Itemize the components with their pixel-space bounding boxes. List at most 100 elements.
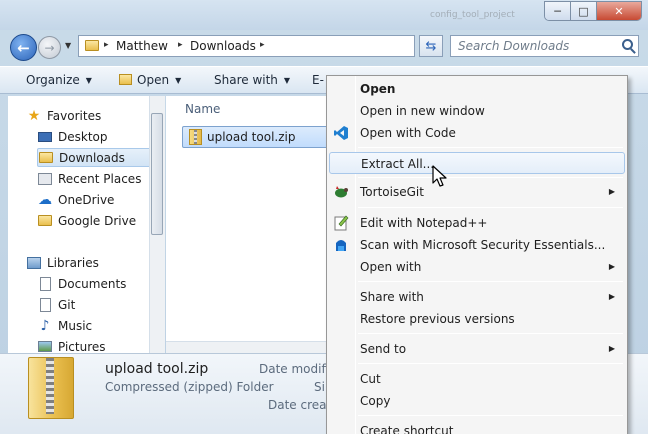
open-button[interactable]: Open ▼ xyxy=(119,73,181,87)
nav-item-onedrive[interactable]: ☁ OneDrive xyxy=(37,190,164,209)
menu-item-open-with-code[interactable]: Open with Code xyxy=(329,122,625,144)
breadcrumb-downloads[interactable]: Downloads xyxy=(190,39,256,53)
organize-button[interactable]: Organize ▼ xyxy=(26,73,92,87)
nav-item-documents[interactable]: Documents xyxy=(37,274,164,293)
context-menu: Open Open in new window Open with Code E… xyxy=(326,75,628,434)
mouse-cursor-icon xyxy=(432,165,447,187)
refresh-button[interactable]: ⇆ xyxy=(419,35,443,57)
nav-item-pictures[interactable]: Pictures xyxy=(37,337,164,354)
nav-item-label: Pictures xyxy=(58,339,106,354)
menu-item-label: Edit with Notepad++ xyxy=(360,216,488,230)
menu-item-send-to[interactable]: Send to ▶ xyxy=(329,338,625,360)
nav-item-label: Music xyxy=(58,318,93,333)
email-button[interactable]: E- xyxy=(312,73,324,87)
security-essentials-icon xyxy=(336,240,346,251)
share-with-label: Share with xyxy=(214,73,278,87)
nav-scrollbar-thumb[interactable] xyxy=(151,113,163,235)
menu-item-create-shortcut[interactable]: Create shortcut xyxy=(329,420,625,434)
breadcrumb-matthew[interactable]: Matthew xyxy=(116,39,168,53)
background-window-ghost: config_tool_project xyxy=(350,2,560,28)
menu-item-open[interactable]: Open xyxy=(329,78,625,100)
history-dropdown-icon[interactable]: ▼ xyxy=(65,41,71,50)
submenu-arrow-icon: ▶ xyxy=(608,187,615,196)
back-arrow-icon: ← xyxy=(17,38,30,57)
nav-item-recent-places[interactable]: Recent Places xyxy=(37,169,164,188)
nav-item-label: Google Drive xyxy=(58,213,137,228)
menu-item-label: Open xyxy=(360,82,396,96)
menu-item-tortoisegit[interactable]: TortoiseGit ▶ xyxy=(329,181,625,203)
vscode-icon xyxy=(334,126,348,140)
menu-item-scan-security-essentials[interactable]: Scan with Microsoft Security Essentials.… xyxy=(329,234,625,256)
breadcrumb-separator[interactable]: ▸ xyxy=(260,40,265,50)
onedrive-icon: ☁ xyxy=(38,191,52,208)
submenu-arrow-icon: ▶ xyxy=(608,292,615,301)
nav-item-label: Recent Places xyxy=(58,171,142,186)
column-header-name[interactable]: Name xyxy=(185,102,220,116)
nav-item-label: Downloads xyxy=(59,150,125,165)
nav-item-label: Documents xyxy=(58,276,127,291)
file-row-upload-tool[interactable]: upload tool.zip xyxy=(182,126,328,148)
dropdown-arrow-icon: ▼ xyxy=(85,76,92,85)
menu-item-copy[interactable]: Copy xyxy=(329,390,625,412)
email-label: E- xyxy=(312,73,324,87)
forward-button[interactable]: → xyxy=(38,36,61,59)
breadcrumb-separator[interactable]: ▸ xyxy=(178,40,183,50)
git-library-icon xyxy=(37,297,53,312)
nav-item-music[interactable]: ♪ Music xyxy=(37,316,164,335)
menu-item-cut[interactable]: Cut xyxy=(329,368,625,390)
menu-item-share-with[interactable]: Share with ▶ xyxy=(329,286,625,308)
search-input[interactable]: Search Downloads xyxy=(450,35,639,57)
menu-separator xyxy=(358,207,623,208)
maximize-button[interactable]: □ xyxy=(571,2,597,20)
menu-item-label: Extract All... xyxy=(361,157,435,171)
menu-item-label: Create shortcut xyxy=(360,424,454,434)
dropdown-arrow-icon: ▼ xyxy=(283,76,291,85)
nav-item-desktop[interactable]: Desktop xyxy=(37,127,164,146)
downloads-folder-icon xyxy=(38,151,54,165)
libraries-header[interactable]: Libraries xyxy=(26,253,164,272)
menu-separator xyxy=(358,333,623,334)
horizontal-scrollbar[interactable] xyxy=(166,341,326,353)
details-file-type: Compressed (zipped) Folder xyxy=(105,380,274,394)
organize-label: Organize xyxy=(26,73,80,87)
address-bar[interactable]: ▸ Matthew ▸ Downloads ▸ ▼ xyxy=(78,35,483,57)
forward-arrow-icon: → xyxy=(44,40,55,55)
menu-item-label: Share with xyxy=(360,290,424,304)
menu-item-label: TortoiseGit xyxy=(360,185,424,199)
dropdown-arrow-icon: ▼ xyxy=(175,76,182,85)
desktop-icon xyxy=(37,130,53,144)
favorites-header[interactable]: ★ Favorites xyxy=(26,106,164,125)
documents-icon xyxy=(37,276,53,291)
nav-item-label: Desktop xyxy=(58,129,108,144)
google-drive-icon xyxy=(37,214,53,228)
breadcrumb-separator[interactable]: ▸ xyxy=(104,40,109,50)
navigation-pane: ★ Favorites Desktop Downloads Recent Pla… xyxy=(8,96,165,353)
nav-item-google-drive[interactable]: Google Drive xyxy=(37,211,164,230)
nav-item-downloads[interactable]: Downloads xyxy=(37,148,164,167)
details-date-modified-label: Date modifie xyxy=(259,362,337,376)
libraries-label: Libraries xyxy=(47,255,99,270)
menu-item-extract-all[interactable]: Extract All... xyxy=(329,152,625,174)
search-icon[interactable] xyxy=(622,39,633,50)
libraries-icon xyxy=(26,256,42,270)
submenu-arrow-icon: ▶ xyxy=(608,344,615,353)
menu-item-edit-notepadpp[interactable]: Edit with Notepad++ xyxy=(329,212,625,234)
share-with-button[interactable]: Share with ▼ xyxy=(214,73,290,87)
menu-item-restore-previous-versions[interactable]: Restore previous versions xyxy=(329,308,625,330)
back-button[interactable]: ← xyxy=(10,34,37,61)
nav-item-label: OneDrive xyxy=(58,192,115,207)
open-label: Open xyxy=(137,73,170,87)
zip-folder-large-icon xyxy=(28,357,74,419)
details-file-name: upload tool.zip xyxy=(105,361,209,377)
menu-separator xyxy=(358,177,623,178)
minimize-button[interactable]: ─ xyxy=(545,2,571,20)
menu-separator xyxy=(358,415,623,416)
window-buttons: ─ □ ✕ xyxy=(544,1,642,21)
menu-item-open-new-window[interactable]: Open in new window xyxy=(329,100,625,122)
menu-item-label: Cut xyxy=(360,372,381,386)
close-button[interactable]: ✕ xyxy=(597,2,641,20)
nav-item-git[interactable]: Git xyxy=(37,295,164,314)
open-folder-icon xyxy=(119,74,132,85)
menu-item-open-with[interactable]: Open with ▶ xyxy=(329,256,625,278)
favorites-label: Favorites xyxy=(47,108,102,123)
